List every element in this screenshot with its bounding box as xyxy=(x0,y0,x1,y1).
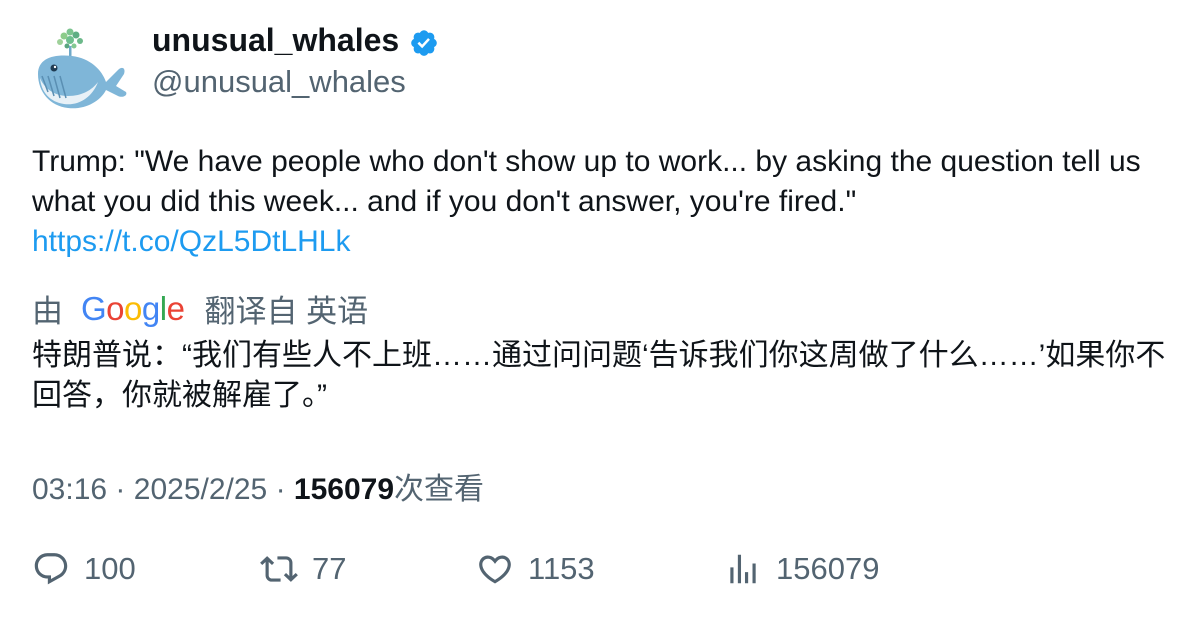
retweet-icon xyxy=(260,556,298,582)
google-logo-letter: o xyxy=(124,289,142,327)
meta-separator: · xyxy=(275,473,286,506)
like-count: 1153 xyxy=(528,551,595,586)
analytics-icon xyxy=(730,554,756,584)
google-logo-letter: o xyxy=(106,289,125,327)
tweet-body: Trump: "We have people who don't show up… xyxy=(32,145,1141,218)
translated-from-label: 翻译自 英语 xyxy=(204,294,369,329)
tweet-date[interactable]: 2025/2/25 xyxy=(134,473,267,506)
translated-by-label: 由 xyxy=(32,294,63,329)
tweet-link[interactable]: https://t.co/QzL5DtLHLk xyxy=(32,225,350,258)
like-button[interactable]: 1153 xyxy=(476,550,595,588)
author-display-name[interactable]: unusual_whales xyxy=(152,22,399,59)
translated-text: 特朗普说：“我们有些人不上班……通过问问题‘告诉我们你这周做了什么……’如果你不… xyxy=(32,339,1166,412)
avatar[interactable] xyxy=(32,26,128,116)
reply-icon xyxy=(34,553,68,585)
views-button[interactable]: 156079 xyxy=(724,550,879,588)
translation-attribution: 由 Google 翻译自 英语 xyxy=(32,286,368,331)
tweet-text: Trump: "We have people who don't show up… xyxy=(32,142,1162,262)
author-handle[interactable]: @unusual_whales xyxy=(152,64,406,100)
google-logo-letter: G xyxy=(81,289,107,327)
tweet-meta: 03:16 · 2025/2/25 · 156079次查看 xyxy=(32,464,484,508)
reply-button[interactable]: 100 xyxy=(32,550,136,588)
google-logo[interactable]: Google xyxy=(81,289,185,328)
action-bar: 100 77 1153 156079 xyxy=(32,550,1172,594)
retweet-count: 77 xyxy=(312,551,347,586)
view-count-label: 次查看 xyxy=(394,473,485,506)
whale-avatar-icon xyxy=(38,28,127,109)
meta-separator: · xyxy=(115,473,126,506)
views-count: 156079 xyxy=(776,551,880,586)
reply-count: 100 xyxy=(84,551,136,586)
google-logo-letter: g xyxy=(141,289,160,327)
google-logo-letter: l xyxy=(159,289,167,327)
view-count: 156079 xyxy=(293,473,395,506)
tweet-time[interactable]: 03:16 xyxy=(32,473,107,506)
heart-icon xyxy=(479,555,511,584)
author-name-row: unusual_whales xyxy=(152,22,439,59)
verified-badge-icon[interactable] xyxy=(409,28,439,58)
retweet-button[interactable]: 77 xyxy=(260,550,346,588)
google-logo-letter: e xyxy=(166,289,185,327)
